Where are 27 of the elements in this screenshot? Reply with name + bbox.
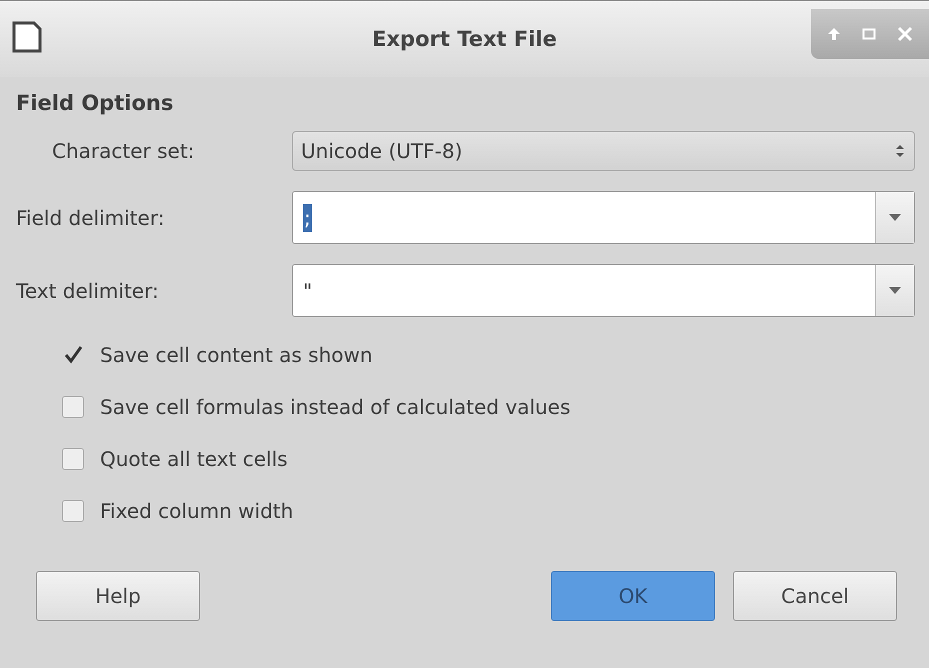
up-arrow-icon[interactable] <box>827 27 842 41</box>
window-title: Export Text File <box>372 27 557 51</box>
caret-icon <box>889 286 901 294</box>
spin-arrows-icon[interactable] <box>894 142 906 160</box>
dropdown-button[interactable] <box>875 192 914 243</box>
checkbox[interactable] <box>62 396 84 418</box>
dropdown-button[interactable] <box>875 265 914 316</box>
caret-icon <box>889 214 901 222</box>
option-label: Save cell formulas instead of calculated values <box>100 395 570 419</box>
field-label: Text delimiter: <box>16 278 160 302</box>
field-label: Field delimiter: <box>16 206 166 230</box>
document-icon <box>12 21 42 53</box>
character-set-spinner[interactable]: Unicode (UTF-8) <box>292 131 915 171</box>
delimiter-combo-box[interactable]: ; <box>292 191 915 244</box>
close-icon[interactable] <box>896 26 913 42</box>
field-label: Character set: <box>52 139 196 163</box>
option-label: Fixed column width <box>100 499 294 523</box>
dialog-button[interactable]: Help <box>36 571 200 621</box>
section-heading: Field Options <box>16 91 174 115</box>
maximize-icon[interactable] <box>862 27 876 41</box>
delimiter-combo-box[interactable]: " <box>292 264 915 317</box>
option-label: Save cell content as shown <box>100 343 373 367</box>
checkbox[interactable] <box>62 344 84 366</box>
checkbox[interactable] <box>62 448 84 470</box>
checkbox[interactable] <box>62 500 84 522</box>
option-label: Quote all text cells <box>100 447 288 471</box>
dialog-button[interactable]: Cancel <box>733 571 897 621</box>
